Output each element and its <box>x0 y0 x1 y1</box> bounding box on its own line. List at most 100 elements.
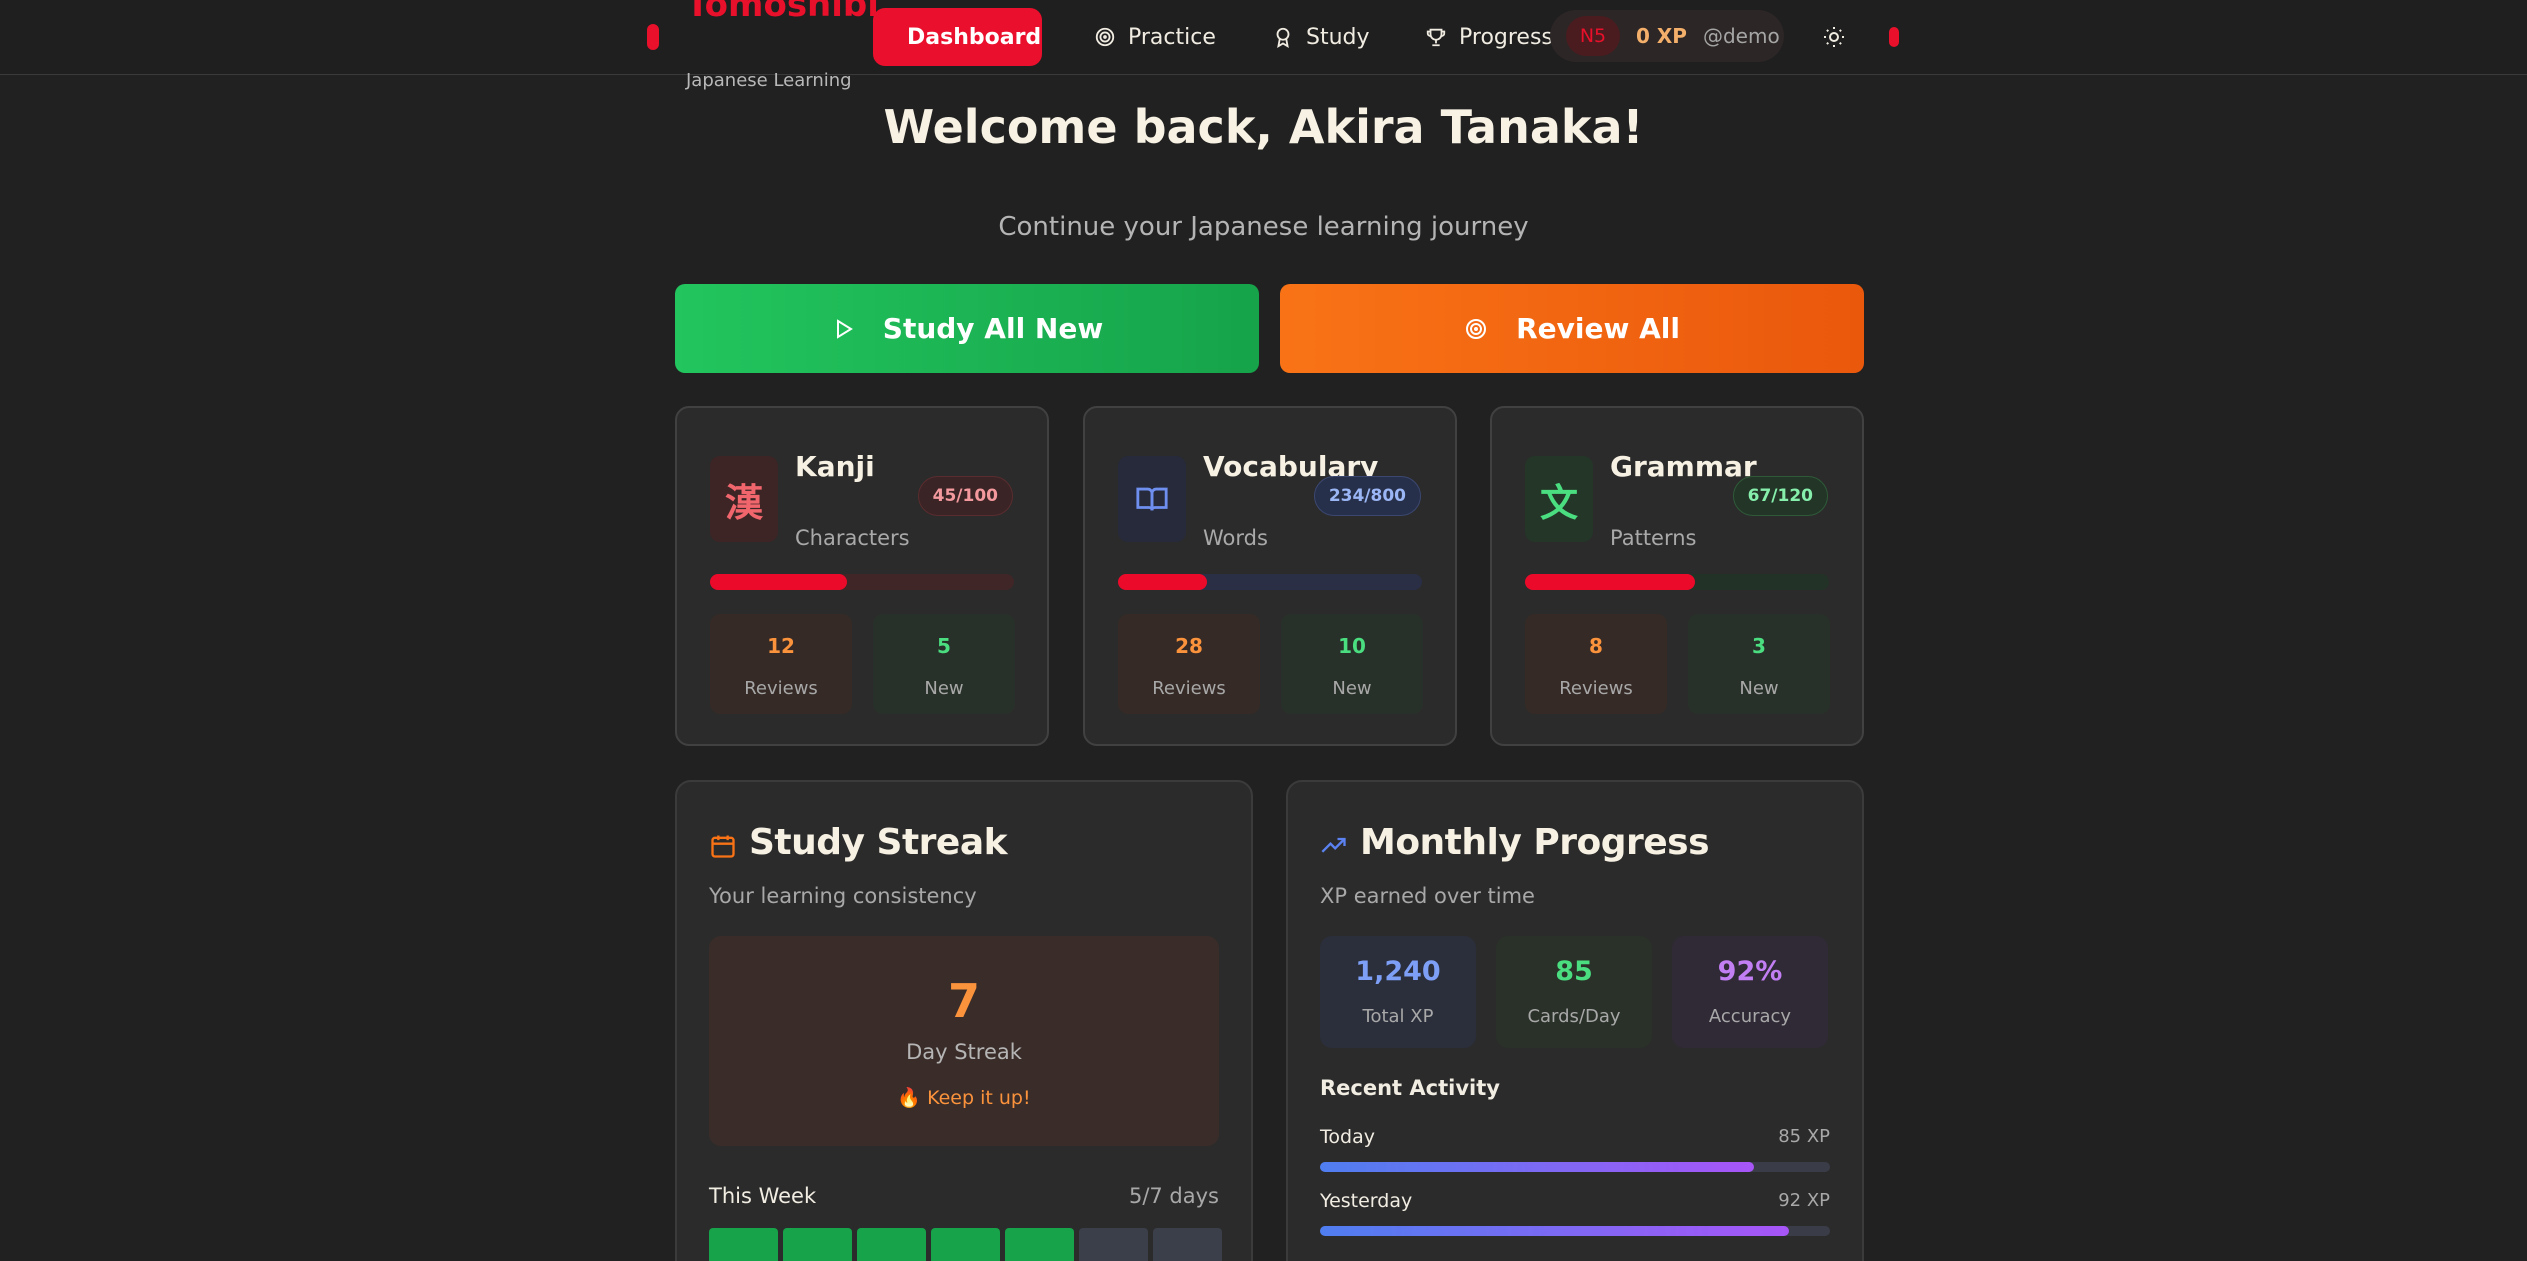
activity-row: Yesterday 92 XP <box>1320 1190 1830 1236</box>
menu-handle[interactable] <box>647 24 659 50</box>
panel-subtitle: XP earned over time <box>1320 884 1535 908</box>
reviews-label: Reviews <box>744 678 818 699</box>
streak-count: 7 <box>947 974 980 1028</box>
progress-track <box>710 574 1014 590</box>
accuracy-value: 92% <box>1717 956 1783 987</box>
nav-dashboard[interactable]: Dashboard <box>873 8 1042 66</box>
progress-track <box>1118 574 1422 590</box>
card-title: Kanji <box>795 450 875 483</box>
monthly-progress-panel: Monthly Progress XP earned over time 1,2… <box>1286 780 1864 1261</box>
recent-activity-title: Recent Activity <box>1320 1076 1500 1100</box>
nav-dashboard-label: Dashboard <box>907 24 1042 50</box>
reviews-stat[interactable]: 8 Reviews <box>1525 614 1667 714</box>
reviews-count: 8 <box>1589 634 1603 658</box>
nav-progress-label: Progress <box>1459 24 1553 50</box>
reviews-stat[interactable]: 28 Reviews <box>1118 614 1260 714</box>
sun-icon[interactable] <box>1822 25 1846 49</box>
accuracy-stat: 92% Accuracy <box>1672 936 1828 1048</box>
target-icon <box>1095 27 1115 47</box>
award-icon <box>1276 27 1290 48</box>
book-icon <box>1118 456 1186 542</box>
progress-count-badge: 67/120 <box>1732 476 1828 516</box>
notification-indicator[interactable] <box>1889 27 1899 47</box>
trending-up-icon <box>1321 837 1346 853</box>
study-streak-panel: Study Streak Your learning consistency 7… <box>675 780 1253 1261</box>
card-subtitle: Words <box>1203 526 1268 550</box>
day-cell <box>783 1228 852 1261</box>
new-label: New <box>924 678 964 699</box>
week-days <box>709 1228 1222 1261</box>
welcome-subtitle: Continue your Japanese learning journey <box>998 212 1529 242</box>
total-xp-value: 1,240 <box>1355 956 1441 987</box>
user-handle: @demo <box>1702 24 1780 48</box>
activity-track <box>1320 1162 1830 1172</box>
new-stat[interactable]: 3 New <box>1688 614 1830 714</box>
card-title: Grammar <box>1610 450 1757 483</box>
new-stat[interactable]: 5 New <box>873 614 1015 714</box>
progress-fill <box>710 574 847 590</box>
streak-label: Day Streak <box>906 1040 1022 1064</box>
day-cell <box>1005 1228 1074 1261</box>
review-all-button[interactable]: Review All <box>1280 284 1864 373</box>
card-subtitle: Characters <box>795 526 910 550</box>
vocabulary-card[interactable]: Vocabulary Words 234/800 28 Reviews 10 N… <box>1083 406 1457 746</box>
brand-subtitle: Japanese Learning <box>686 70 852 91</box>
panel-subtitle: Your learning consistency <box>709 884 977 908</box>
card-subtitle: Patterns <box>1610 526 1697 550</box>
activity-fill <box>1320 1162 1754 1172</box>
total-xp-stat: 1,240 Total XP <box>1320 936 1476 1048</box>
activity-row: Today 85 XP <box>1320 1126 1830 1172</box>
level-badge: N5 <box>1566 16 1620 56</box>
cards-per-day-label: Cards/Day <box>1527 1006 1621 1027</box>
nav-study-label: Study <box>1306 24 1370 50</box>
day-cell <box>709 1228 778 1261</box>
activity-label: Today <box>1320 1126 1375 1148</box>
reviews-label: Reviews <box>1152 678 1226 699</box>
day-cell <box>1079 1228 1148 1261</box>
study-all-new-button[interactable]: Study All New <box>675 284 1259 373</box>
user-status-pill[interactable]: N5 0 XP @demo <box>1550 10 1784 62</box>
new-label: New <box>1332 678 1372 699</box>
day-cell <box>931 1228 1000 1261</box>
cards-per-day-stat: 85 Cards/Day <box>1496 936 1652 1048</box>
accuracy-label: Accuracy <box>1708 1006 1792 1027</box>
new-stat[interactable]: 10 New <box>1281 614 1423 714</box>
panel-title: Monthly Progress <box>1360 822 1710 863</box>
trophy-icon <box>1426 28 1446 47</box>
top-nav-bar: Tomoshibi Japanese Learning Dashboard Pr… <box>0 0 2527 91</box>
activity-value: 92 XP <box>1778 1190 1830 1211</box>
study-all-new-label: Study All New <box>882 312 1104 345</box>
day-cell <box>857 1228 926 1261</box>
new-count: 10 <box>1338 634 1366 658</box>
nav-practice-label: Practice <box>1128 24 1216 50</box>
nav-study[interactable]: Study <box>1250 8 1392 66</box>
streak-summary: 7 Day Streak 🔥 Keep it up! <box>709 936 1219 1146</box>
progress-fill <box>1118 574 1207 590</box>
day-cell <box>1153 1228 1222 1261</box>
activity-value: 85 XP <box>1778 1126 1830 1147</box>
new-count: 5 <box>937 634 951 658</box>
reviews-stat[interactable]: 12 Reviews <box>710 614 852 714</box>
activity-fill <box>1320 1226 1790 1236</box>
activity-track <box>1320 1226 1830 1236</box>
new-count: 3 <box>1752 634 1766 658</box>
grammar-card[interactable]: 文 Grammar Patterns 67/120 8 Reviews 3 Ne… <box>1490 406 1864 746</box>
nav-practice[interactable]: Practice <box>1072 8 1238 66</box>
new-label: New <box>1739 678 1779 699</box>
kanji-glyph-icon: 漢 <box>710 456 778 542</box>
streak-message: 🔥 Keep it up! <box>897 1087 1031 1109</box>
target-icon <box>1466 318 1487 339</box>
kanji-card[interactable]: 漢 Kanji Characters 45/100 12 Reviews 5 N… <box>675 406 1049 746</box>
progress-count-badge: 45/100 <box>917 476 1013 516</box>
progress-fill <box>1525 574 1695 590</box>
progress-count-badge: 234/800 <box>1313 476 1421 516</box>
progress-track <box>1525 574 1829 590</box>
week-value: 5/7 days <box>1128 1184 1219 1208</box>
activity-label: Yesterday <box>1320 1190 1413 1212</box>
xp-count: 0 XP <box>1636 24 1687 48</box>
play-icon <box>836 318 853 339</box>
brand-title[interactable]: Tomoshibi <box>686 0 879 22</box>
reviews-count: 12 <box>767 634 795 658</box>
welcome-heading: Welcome back, Akira Tanaka! <box>883 100 1644 154</box>
week-label: This Week <box>709 1184 817 1208</box>
